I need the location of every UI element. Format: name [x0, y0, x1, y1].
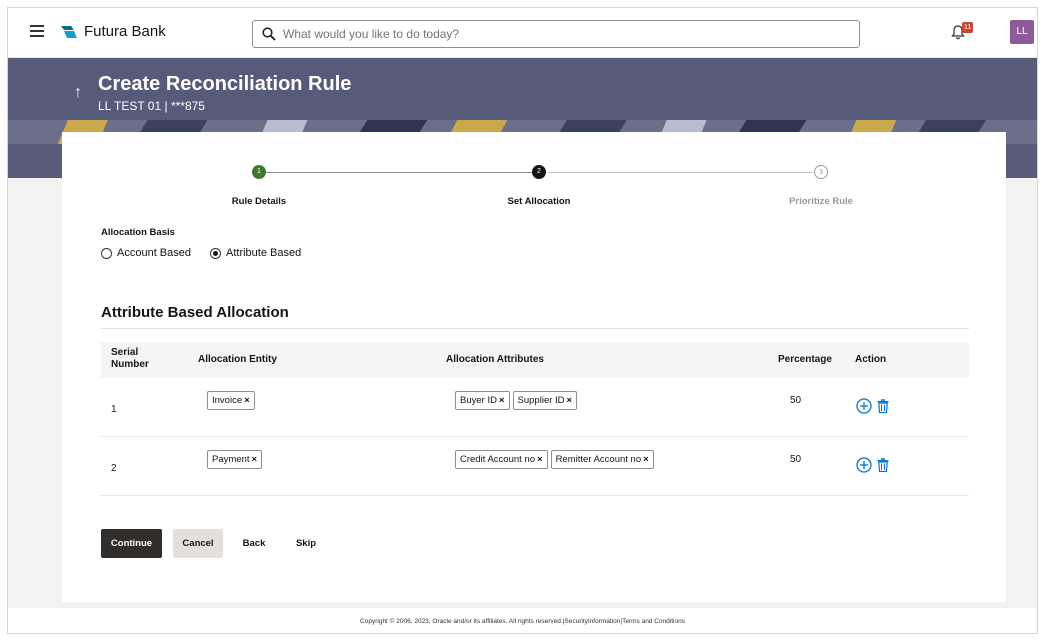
- entity-chip-group: Invoice ×: [207, 391, 258, 410]
- bank-logo-icon: [61, 26, 77, 38]
- back-button[interactable]: Back: [236, 529, 272, 558]
- allocation-basis-label: Allocation Basis: [101, 227, 175, 238]
- attribute-chip[interactable]: Remitter Account no ×: [550, 450, 654, 469]
- step-3-indicator[interactable]: 3: [814, 165, 828, 179]
- chip-close-icon[interactable]: ×: [567, 395, 573, 406]
- entity-chip-group: Payment ×: [207, 450, 265, 469]
- app-frame: Futura Bank 11 LL: [7, 7, 1038, 634]
- skip-button[interactable]: Skip: [288, 529, 324, 558]
- back-arrow-icon[interactable]: ↑: [74, 84, 82, 102]
- top-header: Futura Bank 11 LL: [8, 8, 1037, 58]
- col-serial-line2: Number: [111, 359, 149, 370]
- trash-icon[interactable]: [877, 458, 889, 472]
- radio-account-based[interactable]: Account Based: [101, 247, 191, 259]
- attribute-chip-group: Credit Account no × Remitter Account no ×: [455, 450, 657, 469]
- page-title: Create Reconciliation Rule: [98, 73, 352, 95]
- allocation-table: Serial Number Allocation Entity Allocati…: [101, 342, 969, 496]
- attribute-chip-label: Supplier ID: [517, 395, 565, 406]
- row-serial: 1: [111, 404, 117, 415]
- entity-chip-label: Invoice: [212, 395, 243, 406]
- search-input[interactable]: [283, 24, 843, 44]
- entity-chip[interactable]: Invoice ×: [207, 391, 255, 410]
- radio-attribute-based-label: Attribute Based: [226, 247, 302, 259]
- table-row: 2 Payment × Credit Account no × Remitter Ac…: [101, 437, 969, 496]
- chip-close-icon[interactable]: ×: [252, 454, 258, 465]
- attribute-chip[interactable]: Buyer ID ×: [455, 391, 510, 410]
- chip-close-icon[interactable]: ×: [244, 395, 250, 406]
- col-percentage: Percentage: [778, 354, 832, 365]
- step-1-label: Rule Details: [231, 196, 287, 207]
- radio-attribute-based[interactable]: Attribute Based: [210, 247, 301, 259]
- table-row: 1 Invoice × Buyer ID × Supplier ID × 50: [101, 378, 969, 437]
- brand-name[interactable]: Futura Bank: [84, 23, 166, 40]
- page-footer: Copyright © 2006, 2023, Oracle and/or it…: [8, 608, 1037, 633]
- section-divider: [101, 328, 969, 329]
- add-circle-icon[interactable]: [856, 457, 872, 473]
- account-subtitle: LL TEST 01 | ***875: [98, 99, 205, 113]
- attribute-chip[interactable]: Supplier ID ×: [512, 391, 578, 410]
- table-header: Serial Number Allocation Entity Allocati…: [101, 342, 969, 378]
- attribute-chip-label: Credit Account no: [460, 454, 535, 465]
- row-serial: 2: [111, 463, 117, 474]
- attribute-chip[interactable]: Credit Account no ×: [455, 450, 548, 469]
- col-action: Action: [855, 354, 887, 365]
- entity-chip-label: Payment: [212, 454, 250, 465]
- radio-account-based-label: Account Based: [117, 247, 191, 259]
- chip-close-icon[interactable]: ×: [499, 395, 505, 406]
- entity-chip[interactable]: Payment ×: [207, 450, 263, 469]
- step-3-label: Prioritize Rule: [789, 196, 853, 207]
- step-1-indicator[interactable]: 1: [252, 165, 266, 179]
- step-2-indicator[interactable]: 2: [532, 165, 546, 179]
- continue-button[interactable]: Continue: [101, 529, 162, 558]
- section-title: Attribute Based Allocation: [101, 304, 289, 321]
- avatar[interactable]: LL: [1010, 20, 1034, 44]
- attribute-chip-label: Buyer ID: [460, 395, 497, 406]
- add-circle-icon[interactable]: [856, 398, 872, 414]
- col-allocation-entity: Allocation Entity: [198, 354, 277, 365]
- attribute-chip-label: Remitter Account no: [555, 454, 642, 465]
- row-percentage: 50: [790, 454, 802, 465]
- col-allocation-attributes: Allocation Attributes: [446, 354, 544, 365]
- radio-checked-icon: [210, 247, 221, 259]
- content-card: 1 2 3 Rule Details Set Allocation Priori…: [62, 132, 1006, 602]
- search-icon: [262, 27, 276, 41]
- stepper-line-1: [262, 172, 532, 173]
- radio-unchecked-icon: [101, 247, 112, 259]
- menu-icon[interactable]: [30, 25, 44, 37]
- attribute-chip-group: Buyer ID × Supplier ID ×: [455, 391, 580, 410]
- row-percentage: 50: [790, 395, 802, 406]
- trash-icon[interactable]: [877, 399, 889, 413]
- cancel-button[interactable]: Cancel: [173, 529, 223, 558]
- notification-badge: 11: [962, 22, 973, 33]
- chip-close-icon[interactable]: ×: [643, 454, 649, 465]
- chip-close-icon[interactable]: ×: [537, 454, 543, 465]
- step-2-label: Set Allocation: [507, 196, 571, 207]
- stepper-line-2: [548, 172, 812, 173]
- col-serial-line1: Serial: [111, 347, 139, 358]
- search-bar[interactable]: [252, 20, 860, 48]
